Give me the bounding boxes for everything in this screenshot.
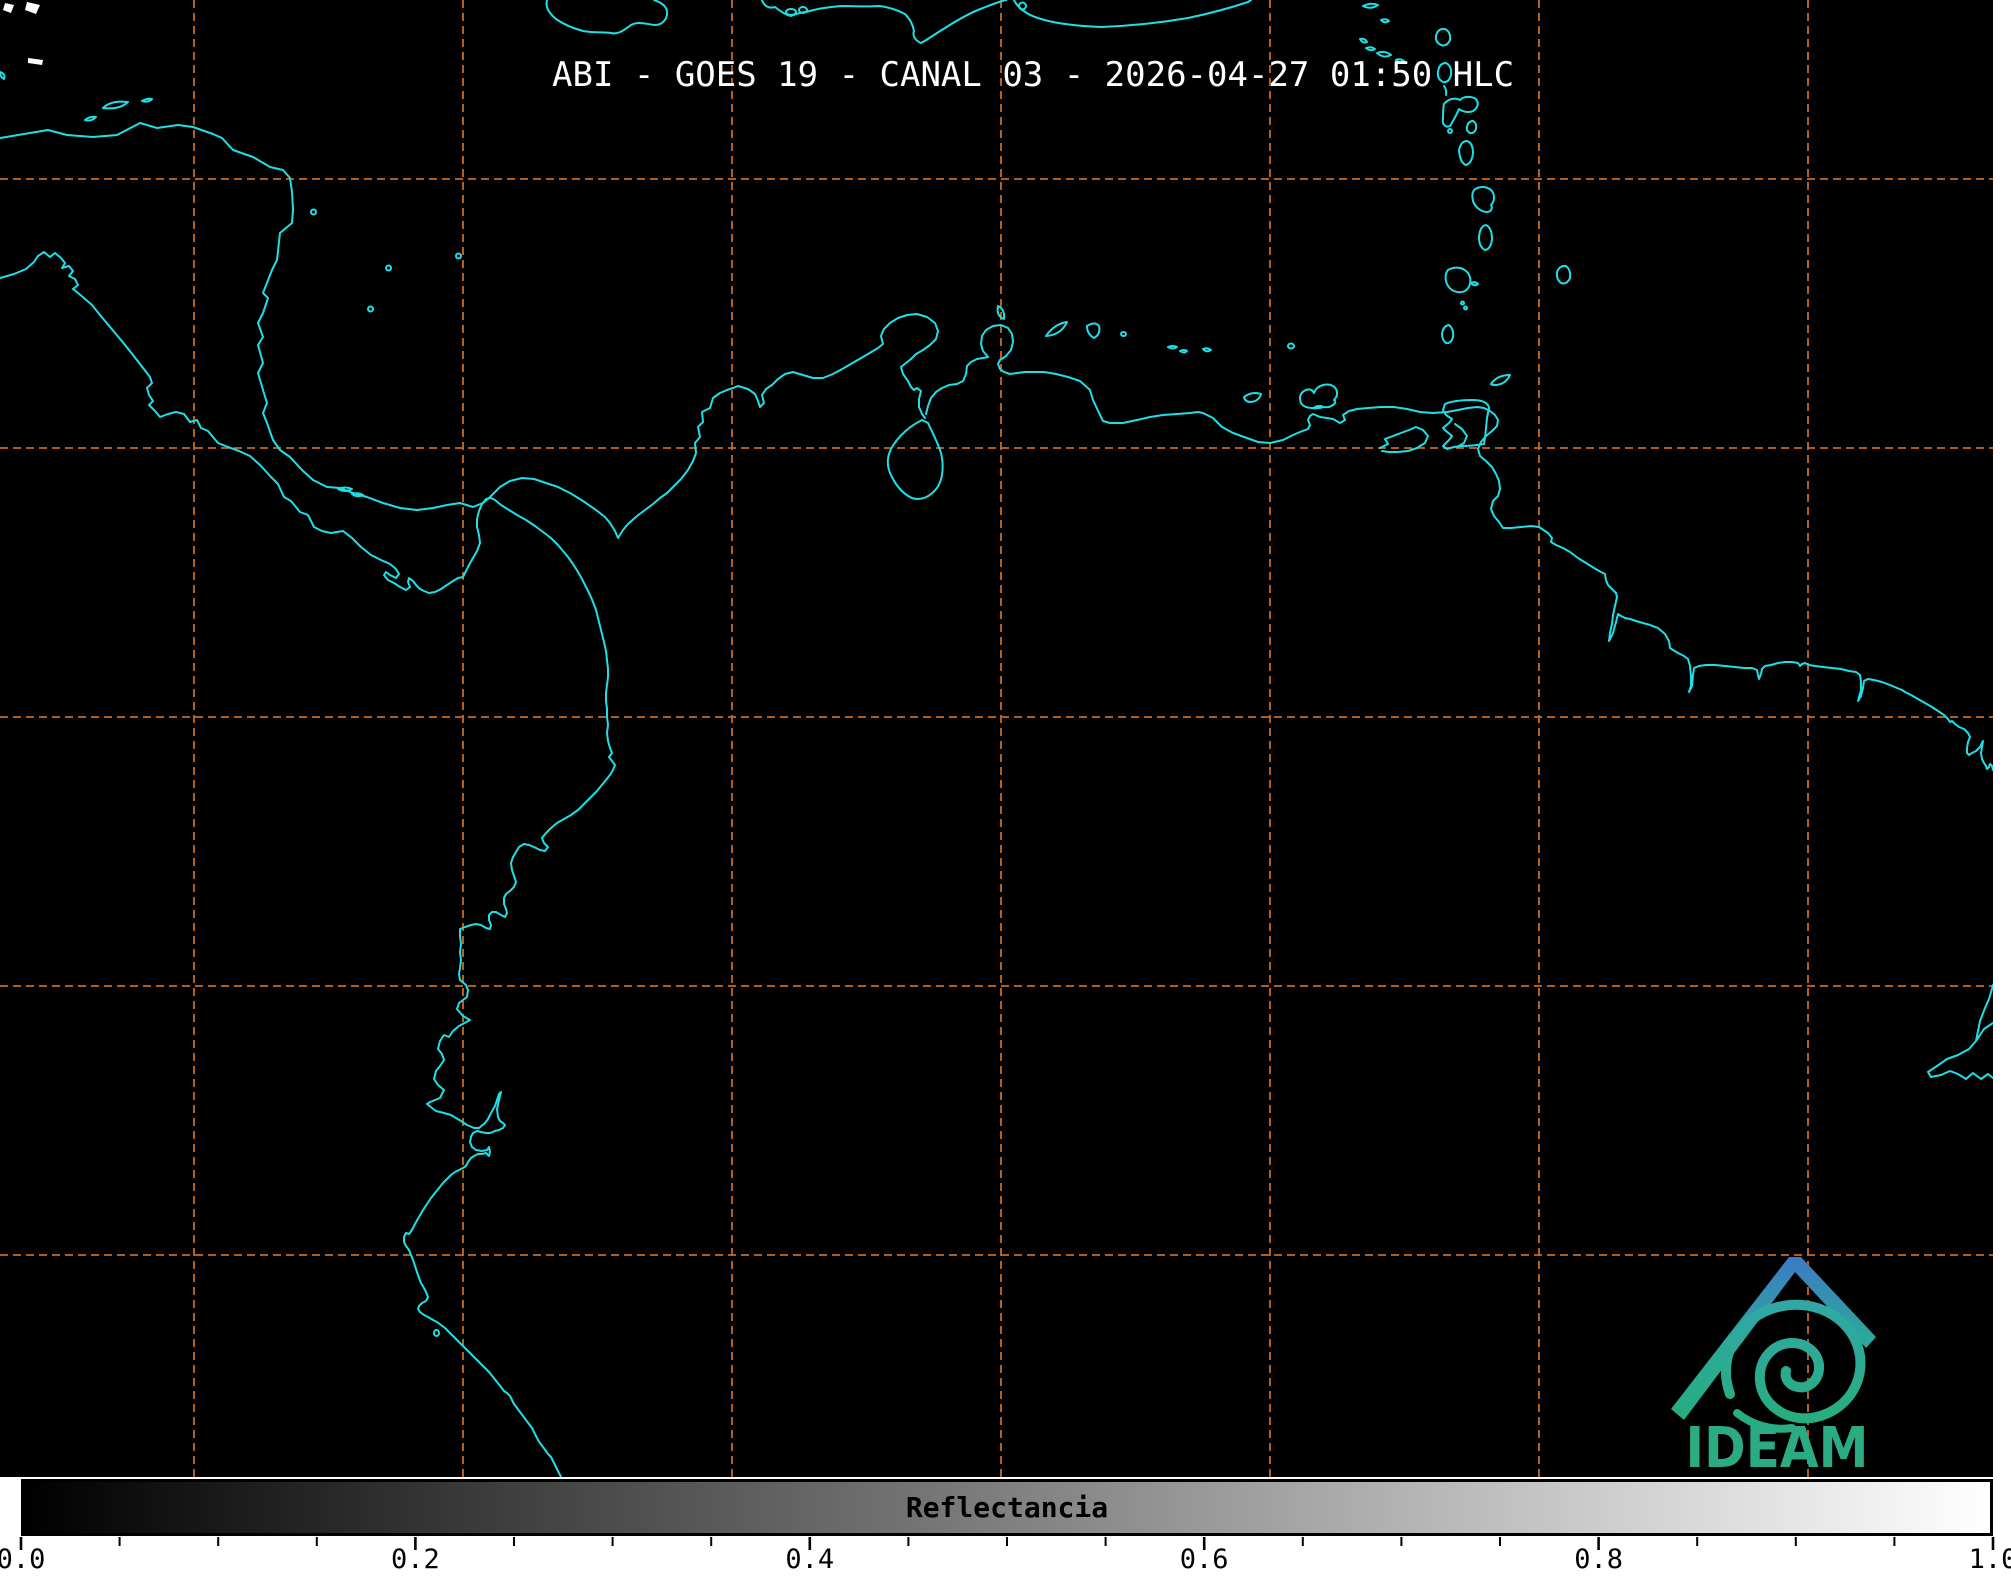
- corner-fragment: [3, 3, 14, 13]
- coastline-path: [1244, 393, 1261, 402]
- coastline-path: [1360, 39, 1367, 43]
- colorbar-tick-label: 0.2: [391, 1544, 440, 1575]
- colorbar: Reflectancia: [21, 1479, 1993, 1536]
- coastline-path: [888, 420, 943, 499]
- coastline-path: [1203, 348, 1211, 351]
- coastline-path: [547, 0, 668, 33]
- coastline-path: [1436, 29, 1450, 46]
- coastline-path: [1019, 2, 1026, 9]
- coastline-path: [1288, 344, 1294, 349]
- map-overlay: IDEAM 0.0 0.2 0.4 0.6 0.8 1.0: [0, 0, 2011, 1577]
- coastline-path: [1491, 375, 1510, 385]
- corner-fragment: [25, 2, 40, 14]
- colorbar-tick-labels: 0.0 0.2 0.4 0.6 0.8 1.0: [0, 1544, 2011, 1575]
- coastline-path: [1366, 47, 1375, 50]
- coastline-path: [1014, 0, 1251, 27]
- coastline-path: [0, 72, 5, 79]
- coastline-path: [1479, 225, 1492, 250]
- satellite-image-viewer: IDEAM 0.0 0.2 0.4 0.6 0.8 1.0 ABI - GOES 19 -…: [0, 0, 2011, 1577]
- coastline-path: [1442, 325, 1453, 343]
- coastline-path: [762, 0, 1006, 43]
- coastline-path: [1381, 19, 1389, 22]
- coastline-path: [386, 266, 391, 271]
- coastline-path: [1928, 1023, 1993, 1079]
- coastline-path: [1467, 121, 1476, 133]
- coastline-path: [1180, 350, 1187, 353]
- colorbar-label: Reflectancia: [24, 1482, 1990, 1533]
- coastline-path: [1300, 385, 1337, 409]
- coastline-path: [85, 117, 96, 121]
- grid-layer: [0, 0, 1993, 1477]
- coastline-path: [1363, 4, 1378, 8]
- coastline-path: [1087, 324, 1099, 339]
- coastline-path: [1168, 346, 1177, 349]
- coastline-path: [0, 252, 615, 1477]
- corner-fragments: [3, 2, 43, 65]
- coastline-path: [1443, 97, 1478, 127]
- coastline-path: [1461, 302, 1464, 305]
- image-title: ABI - GOES 19 - CANAL 03 - 2026-04-27 01…: [552, 57, 1514, 93]
- coastline-path: [1121, 332, 1126, 336]
- colorbar-tick-label: 0.4: [785, 1544, 834, 1575]
- coastline-path: [142, 99, 152, 102]
- coastline-path: [1471, 282, 1478, 285]
- coastline-path: [1459, 141, 1473, 165]
- coastline-path: [1046, 322, 1067, 336]
- colorbar-tick-label: 0.0: [0, 1544, 45, 1575]
- coastline-path: [1472, 187, 1494, 212]
- coastline-path: [456, 254, 461, 259]
- colorbar-tick-label: 0.8: [1574, 1544, 1623, 1575]
- coastline-path: [0, 123, 938, 538]
- colorbar-ticks: [21, 1537, 1993, 1550]
- corner-fragment: [28, 58, 43, 65]
- coastline-path: [311, 210, 316, 215]
- colorbar-tick-label: 0.6: [1180, 1544, 1229, 1575]
- coastline-path: [799, 7, 807, 13]
- coastline-path: [786, 9, 796, 15]
- coastline-path: [1446, 268, 1471, 293]
- coastline-path: [1976, 985, 1993, 1041]
- coastline-path: [926, 325, 1993, 770]
- ideam-logo: IDEAM: [1671, 1257, 1876, 1481]
- coastline-path: [1448, 129, 1452, 133]
- coastline-path: [368, 307, 373, 312]
- logo-swirl-icon: [1726, 1305, 1860, 1419]
- logo-text: IDEAM: [1686, 1416, 1869, 1481]
- colorbar-tick-label: 1.0: [1969, 1544, 2011, 1575]
- coastline-path: [1557, 266, 1570, 284]
- coastline-path: [1464, 307, 1467, 310]
- coastline-path: [1315, 406, 1323, 408]
- coastline-path: [1455, 424, 1467, 447]
- coastline-path: [103, 102, 128, 109]
- coastline-path: [434, 1330, 439, 1336]
